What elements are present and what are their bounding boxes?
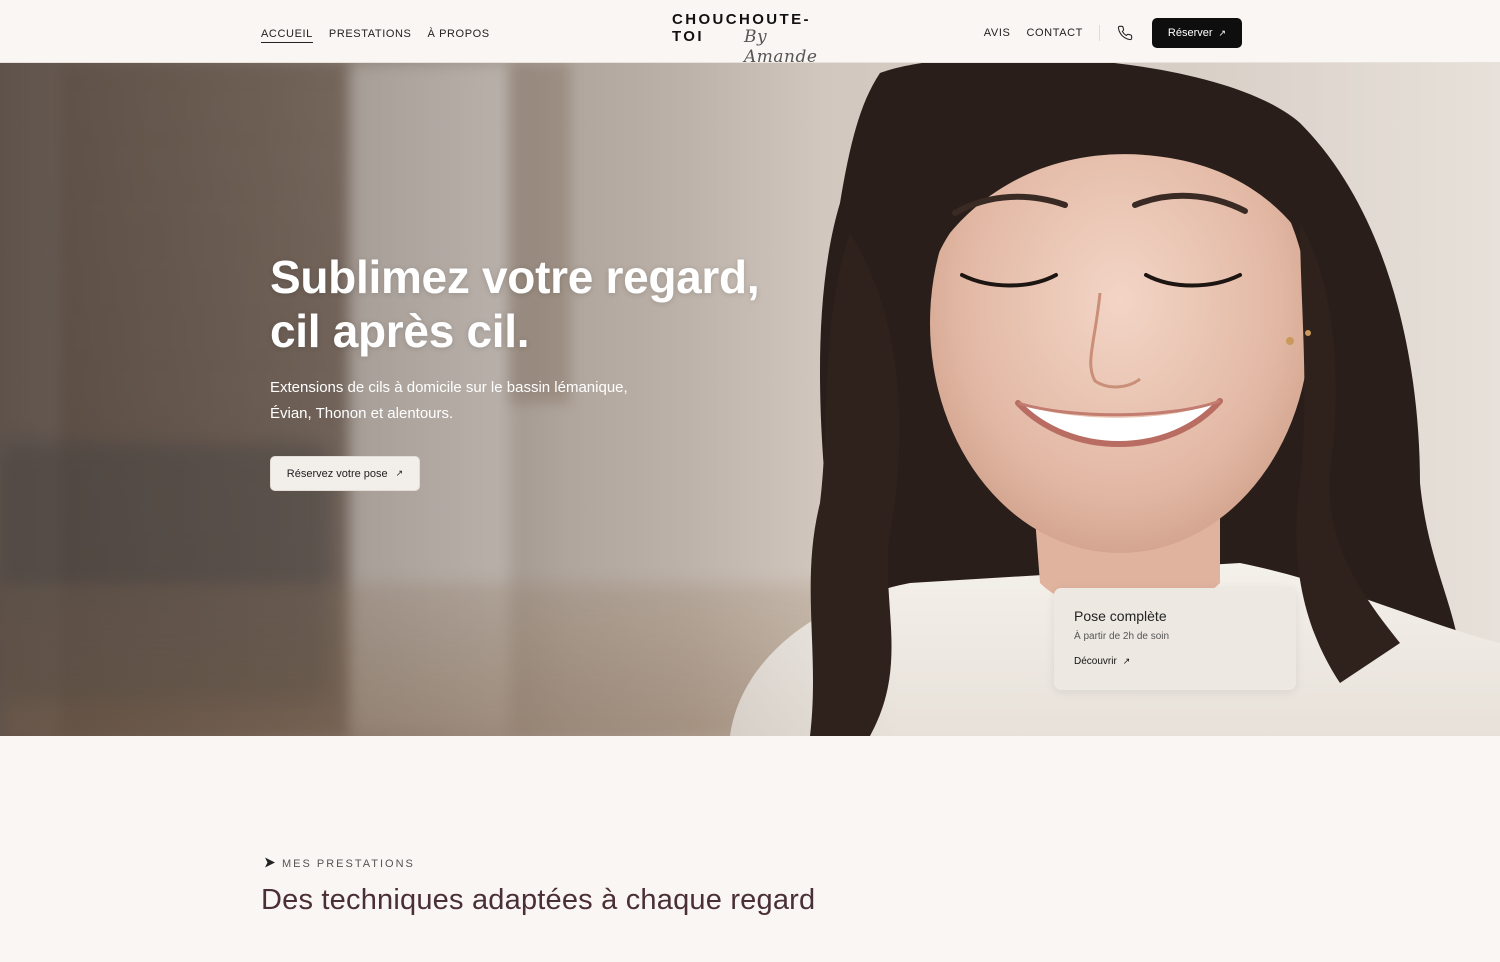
- nav-divider: [1099, 25, 1100, 41]
- hero-title-line-2: cil après cil.: [270, 305, 530, 357]
- arrow-up-right-icon: ↗: [395, 468, 404, 478]
- hero-subtitle: Extensions de cils à domicile sur le bas…: [270, 375, 690, 427]
- book-button-label: Réserver: [1167, 27, 1213, 39]
- book-button[interactable]: Réserver ↗: [1152, 18, 1242, 48]
- card-discover-link[interactable]: Découvrir ↗: [1074, 656, 1276, 667]
- nav-link-contact[interactable]: CONTACT: [1026, 26, 1083, 40]
- main-nav-left: ACCUEIL PRESTATIONS À PROPOS: [261, 27, 490, 43]
- nav-link-prestations[interactable]: PRESTATIONS: [329, 27, 412, 43]
- section-title: Des techniques adaptées à chaque regard: [261, 884, 816, 916]
- hero-cta-button[interactable]: Réservez votre pose ↗: [270, 456, 420, 491]
- hero-section: Sublimez votre regard, cil après cil. Ex…: [0, 63, 1500, 736]
- section-eyebrow-label: MES PRESTATIONS: [282, 858, 415, 870]
- card-title: Pose complète: [1074, 608, 1167, 624]
- nav-link-a-propos[interactable]: À PROPOS: [427, 27, 489, 43]
- hero-cta-label: Réservez votre pose: [286, 467, 388, 480]
- site-header: ACCUEIL PRESTATIONS À PROPOS CHOUCHOUTE-…: [0, 0, 1500, 67]
- nav-link-avis[interactable]: AVIS: [984, 26, 1011, 40]
- main-nav-right: AVIS CONTACT Réserver ↗: [984, 18, 1242, 48]
- hero-subtitle-line-1: Extensions de cils à domicile sur le bas…: [270, 379, 628, 396]
- arrow-up-right-icon: ↗: [1218, 27, 1227, 38]
- arrow-up-right-icon: ↗: [1122, 656, 1131, 666]
- hero-title: Sublimez votre regard, cil après cil.: [270, 250, 830, 358]
- phone-icon[interactable]: [1114, 22, 1136, 44]
- arrow-right-icon: [264, 857, 276, 871]
- nav-link-accueil[interactable]: ACCUEIL: [261, 27, 313, 43]
- card-subtitle: À partir de 2h de soin: [1074, 631, 1170, 642]
- section-eyebrow: MES PRESTATIONS: [264, 857, 415, 871]
- card-link-label: Découvrir: [1074, 656, 1117, 667]
- service-card-pose-complete[interactable]: Pose complète À partir de 2h de soin Déc…: [1054, 588, 1296, 690]
- hero-subtitle-line-2: Évian, Thonon et alentours.: [270, 405, 454, 422]
- site-logo[interactable]: CHOUCHOUTE-TOI By Amande: [672, 11, 842, 67]
- hero-title-line-1: Sublimez votre regard,: [270, 251, 760, 303]
- logo-script: By Amande: [744, 27, 818, 67]
